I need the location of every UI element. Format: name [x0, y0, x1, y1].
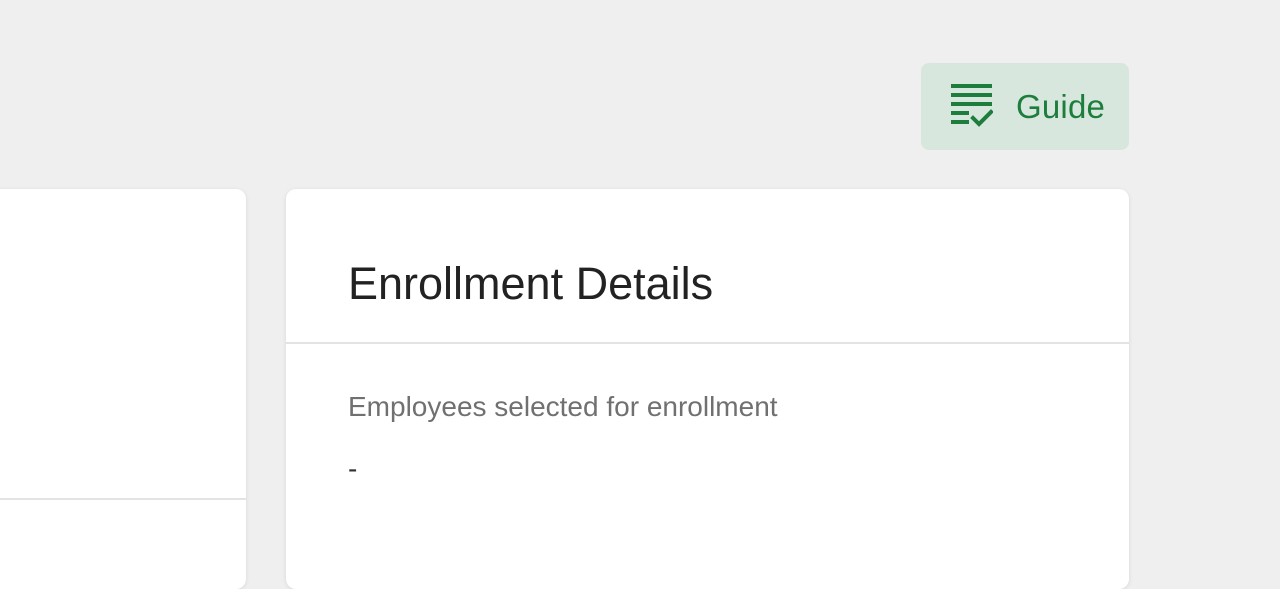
enrollment-details-title: Enrollment Details [348, 258, 714, 309]
guide-label: Guide [1016, 88, 1106, 125]
left-panel-card [0, 189, 246, 589]
enrollment-details-card: Enrollment Details Employees selected fo… [286, 189, 1129, 589]
employees-selected-label: Employees selected for enrollment [348, 391, 778, 422]
employees-selected-value: - [348, 453, 358, 484]
enrollment-details-divider [286, 342, 1129, 344]
guide-button[interactable]: Guide [921, 63, 1129, 150]
left-panel-divider [0, 498, 246, 500]
checklist-icon [951, 83, 993, 127]
